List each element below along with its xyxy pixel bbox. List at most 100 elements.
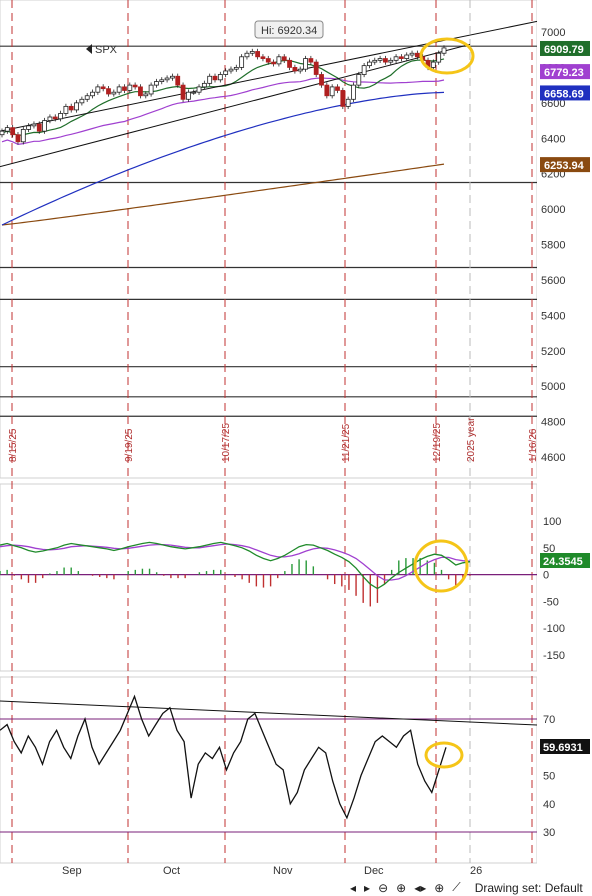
price-y-tick: 5000 [541,381,565,393]
candle-body [297,68,303,72]
scroll-left-icon[interactable]: ◂ [350,881,356,895]
price-y-tick: 6000 [541,204,565,216]
candle-body [393,56,399,61]
candle-body [255,51,261,58]
drawing-set-label[interactable]: Drawing set: Default [475,881,583,895]
month-label-nov: Nov [273,865,293,877]
candle-body [292,67,298,72]
candle-body [207,75,213,84]
macd-y-tick: 0 [543,570,549,582]
price-badge-text: 6658.69 [544,88,584,100]
candle-body [170,75,175,79]
candle-body [351,84,356,100]
rsi-y-tick: 70 [543,714,555,726]
scroll-right-icon[interactable]: ▸ [364,881,370,895]
crosshair-icon[interactable]: ⊕ [434,881,444,895]
draw-line-icon[interactable]: ⟋ [452,880,460,895]
price-y-tick: 5400 [541,310,565,322]
month-label-26: 26 [470,865,482,877]
macd-y-tick: -100 [543,623,565,635]
candle-body [383,58,388,63]
price-y-tick: 6400 [541,133,565,145]
candle-body [335,86,340,91]
hi-callout: Hi: 6920.34 [254,20,324,39]
chart-canvas[interactable]: 8/15/25 9/19/25 10/17/25 11/21/25 12/19/25 20… [0,0,592,896]
candle-body [340,90,346,107]
candle-body [276,56,282,65]
candle-body [313,61,319,75]
price-badge-text: 6253.94 [544,160,585,172]
candle-body [58,113,63,120]
candle-body [308,58,314,63]
month-label-sep: Sep [62,865,82,877]
candle-body [79,98,85,104]
candle-body [175,75,181,86]
candle-body [223,70,229,75]
price-y-tick: 5600 [541,275,565,287]
hi-callout-text: Hi: 6920.34 [261,25,317,37]
zoom-in-icon[interactable]: ⊕ [396,881,406,895]
candle-body [430,61,436,68]
date-marker-label: 1/16/26 [528,428,539,462]
rsi-value-badge: 59.6931 [540,739,590,754]
candle-body [148,84,154,95]
candle-body [31,123,37,127]
price-y-tick: 4600 [541,452,565,464]
price-badge-text: 6779.23 [544,67,584,79]
price-badge-text: 6909.79 [544,44,584,56]
zoom-out-icon[interactable]: ⊖ [378,881,388,895]
date-marker-label: 11/21/25 [341,423,352,462]
bottom-toolbar: ◂ ▸ ⊖ ⊕ ◂▸ ⊕ ⟋ Drawing set: Default [350,879,592,896]
candle-body [367,61,372,67]
month-labels: Sep Oct Nov Dec 26 [62,865,482,877]
macd-value-badge: 24.3545 [540,553,590,568]
price-y-tick: 7000 [541,27,565,39]
candle-body [90,91,95,97]
candle-body [63,105,69,114]
candle-body [228,68,234,72]
candle-body [196,86,202,93]
price-y-tick: 5800 [541,240,565,252]
candle-body [122,86,127,91]
macd-y-tick: -50 [543,596,559,608]
candle-body [159,79,165,82]
symbol-text: SPX [95,44,118,56]
candle-body [249,51,255,54]
candle-body [95,86,101,93]
candle-body [244,52,250,58]
candle-body [106,88,111,95]
candle-body [441,47,447,54]
candle-body [47,116,53,121]
candle-body [377,58,383,61]
candle-body [404,54,410,59]
candle-body [398,56,404,59]
candle-body [414,52,420,58]
candle-body [265,58,271,63]
rsi-y-tick: 30 [543,827,555,839]
pan-icon[interactable]: ◂▸ [414,881,426,895]
price-y-tick: 4800 [541,417,565,429]
candle-body [0,130,5,136]
candle-body [180,84,186,100]
rsi-y-tick: 50 [543,771,555,783]
date-marker-label: 10/17/25 [221,423,232,462]
candle-body [409,52,415,56]
candle-body [271,61,276,65]
candle-body [36,123,42,132]
date-marker-label: 8/15/25 [8,428,19,462]
candle-body [356,74,362,86]
candle-body [52,116,58,120]
candle-body [212,75,218,81]
date-marker-label: 9/19/25 [124,428,135,462]
candle-body [116,86,122,93]
candle-body [74,102,79,111]
candle-body [127,84,133,91]
candle-body [138,86,143,97]
macd-y-tick: 100 [543,516,561,528]
month-label-dec: Dec [364,865,384,877]
macd-badge-text: 24.3545 [543,556,583,568]
candle-body [84,95,90,100]
candle-body [143,93,149,97]
candle-body [191,91,197,94]
candle-body [303,58,308,70]
